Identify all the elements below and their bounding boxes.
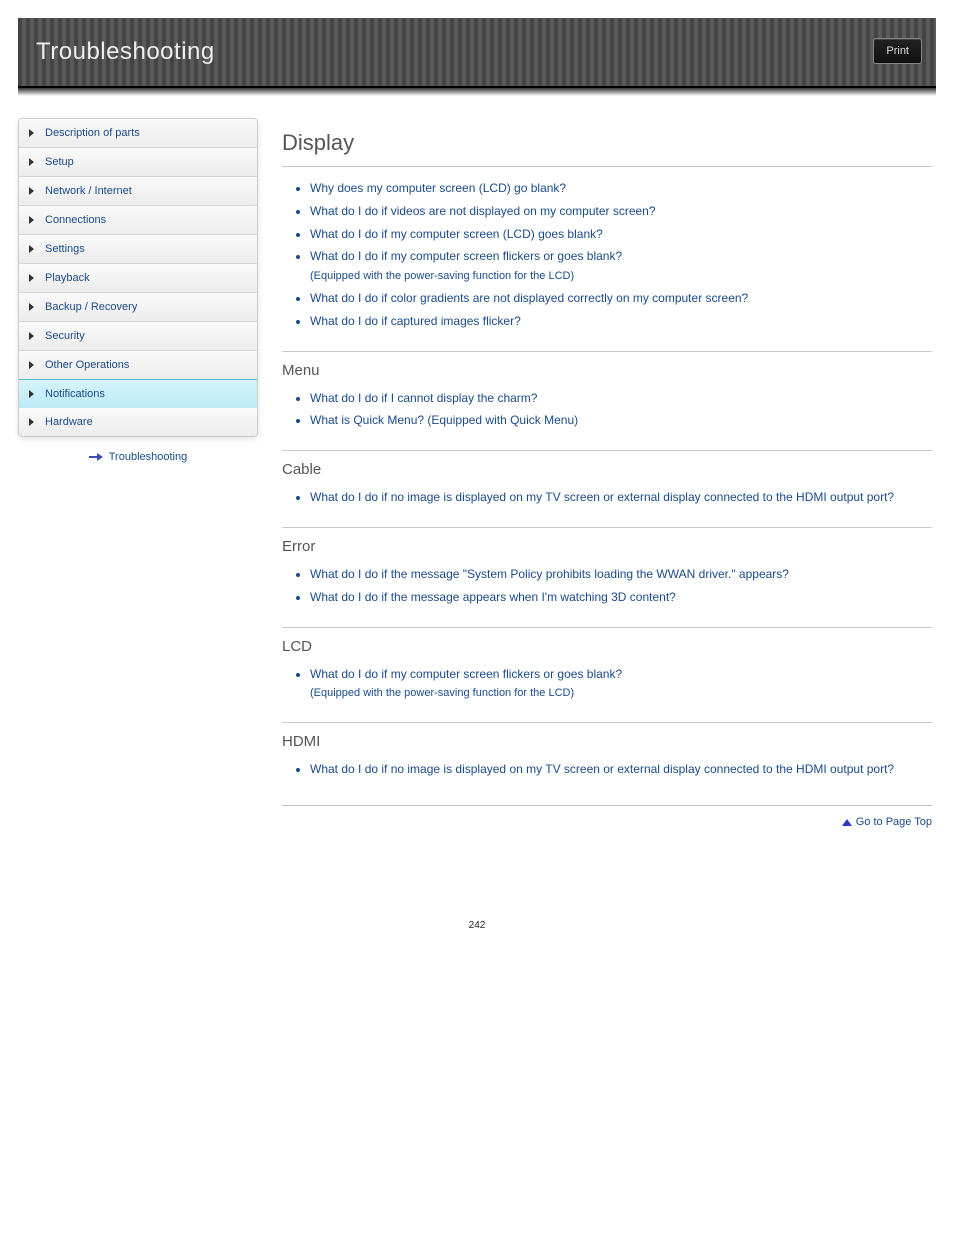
topic-subtitle: (Equipped with the power-saving function… [310,683,932,704]
sidebar-item[interactable]: Other Operations [19,351,257,380]
sidebar-item[interactable]: Settings [19,235,257,264]
section-title: LCD [282,638,932,655]
sidebar-item[interactable]: Security [19,322,257,351]
topic-link[interactable]: What do I do if my computer screen flick… [310,663,932,705]
topic-link[interactable]: What do I do if I cannot display the cha… [310,387,932,410]
topic-link[interactable]: What is Quick Menu? (Equipped with Quick… [310,409,932,432]
page-title: Display [282,130,932,156]
section-list: What do I do if my computer screen flick… [310,663,932,705]
sidebar-item-label: Other Operations [45,359,129,371]
sidebar-item-label: Security [45,330,85,342]
chevron-right-icon [29,303,34,311]
footer-row: Go to Page Top [282,805,932,830]
section: HDMI What do I do if no image is displaye… [282,722,932,799]
main-content: Display Why does my computer screen (LCD… [282,118,936,830]
topic-link[interactable]: What do I do if the message appears when… [310,586,932,609]
chevron-right-icon [29,245,34,253]
sidebar-link-label: Troubleshooting [109,451,187,463]
chevron-right-icon [29,390,34,398]
chevron-right-icon [29,361,34,369]
sidebar-item-label: Description of parts [45,127,140,139]
sidebar-item[interactable]: Backup / Recovery [19,293,257,322]
sidebar-item[interactable]: Network / Internet [19,177,257,206]
print-button[interactable]: Print [873,38,922,64]
sidebar-item-label: Notifications [45,388,105,400]
sidebar-troubleshooting-link[interactable]: Troubleshooting [18,451,258,463]
sidebar-item[interactable]: Hardware [19,408,257,436]
section-title: Menu [282,362,932,379]
section-list: Why does my computer screen (LCD) go bla… [310,177,932,333]
chevron-right-icon [29,274,34,282]
sidebar-item-label: Setup [45,156,74,168]
section: LCD What do I do if my computer screen fl… [282,627,932,723]
sidebar-item-label: Hardware [45,416,93,428]
sidebar-item[interactable]: Setup [19,148,257,177]
section-title: HDMI [282,733,932,750]
sidebar-nav: Description of parts Setup Network / Inter… [18,118,258,437]
section-title: Error [282,538,932,555]
topic-link[interactable]: What do I do if my computer screen flick… [310,245,932,287]
topic-link[interactable]: What do I do if videos are not displayed… [310,200,932,223]
sidebar-item-label: Playback [45,272,90,284]
go-to-top-link[interactable]: Go to Page Top [842,816,932,828]
topic-subtitle: (Equipped with the power-saving function… [310,266,932,287]
sidebar-item[interactable]: Notifications [18,379,258,409]
topic-link[interactable]: What do I do if captured images flicker? [310,310,932,333]
topic-link[interactable]: What do I do if color gradients are not … [310,287,932,310]
topic-link[interactable]: What do I do if my computer screen (LCD)… [310,223,932,246]
sidebar-item[interactable]: Connections [19,206,257,235]
chevron-right-icon [29,332,34,340]
section-list: What do I do if the message "System Poli… [310,563,932,609]
sidebar-item[interactable]: Playback [19,264,257,293]
section-list: What do I do if no image is displayed on… [310,486,932,509]
chevron-right-icon [29,187,34,195]
topic-link[interactable]: Why does my computer screen (LCD) go bla… [310,177,932,200]
section: Error What do I do if the message "System… [282,527,932,627]
section-list: What do I do if I cannot display the cha… [310,387,932,433]
topic-link[interactable]: What do I do if the message "System Poli… [310,563,932,586]
section: Menu What do I do if I cannot display the… [282,351,932,451]
section-list: What do I do if no image is displayed on… [310,758,932,781]
section-title: Cable [282,461,932,478]
header-title: Troubleshooting [18,18,936,66]
triangle-up-icon [842,819,852,826]
sidebar-item-label: Network / Internet [45,185,132,197]
go-to-top-label: Go to Page Top [856,816,932,828]
topic-link[interactable]: What do I do if no image is displayed on… [310,486,932,509]
sidebar-item-label: Settings [45,243,85,255]
sidebar-item-label: Connections [45,214,106,226]
page-number: 242 [18,920,936,931]
chevron-right-icon [29,129,34,137]
section: Why does my computer screen (LCD) go bla… [282,166,932,351]
section: Cable What do I do if no image is display… [282,450,932,527]
sidebar-item-label: Backup / Recovery [45,301,137,313]
chevron-right-icon [29,158,34,166]
sidebar-item[interactable]: Description of parts [19,119,257,148]
sidebar: Description of parts Setup Network / Inter… [18,118,258,830]
chevron-right-icon [29,216,34,224]
arrow-right-icon [89,453,103,461]
header-band: Troubleshooting Print [18,18,936,88]
chevron-right-icon [29,418,34,426]
topic-link[interactable]: What do I do if no image is displayed on… [310,758,932,781]
